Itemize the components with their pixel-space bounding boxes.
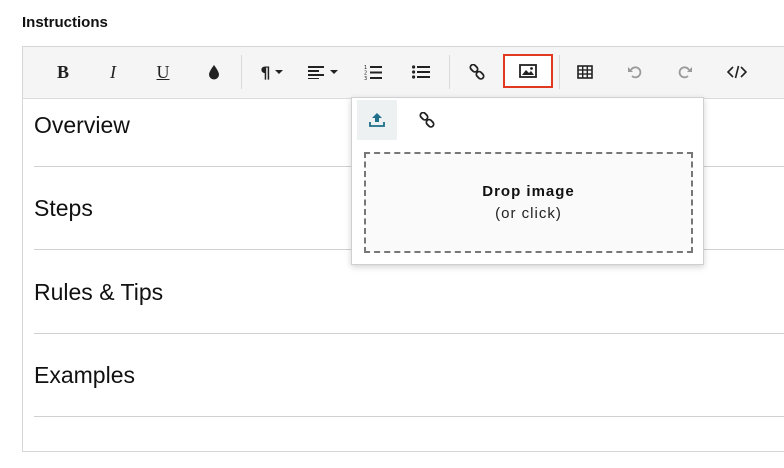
section-heading[interactable]: Examples [34,333,784,417]
editor-toolbar: B I U ¶ 1 2 3 [23,47,784,99]
code-icon [727,65,747,79]
heading-text: Examples [34,362,135,388]
drop-zone-title: Drop image [482,183,575,200]
paragraph-format-dropdown[interactable]: ¶ [255,57,289,87]
italic-button[interactable]: I [99,57,127,87]
caret-down-icon [274,70,283,74]
bullet-list-button[interactable] [407,57,435,87]
upload-tab[interactable] [357,100,397,140]
drop-zone-subtitle: (or click) [495,205,562,222]
field-label: Instructions [22,14,108,31]
bold-icon: B [56,61,69,82]
image-url-tab[interactable] [407,100,447,140]
text-color-button[interactable] [201,57,227,87]
insert-table-button[interactable] [571,57,599,87]
toolbar-separator [449,55,450,89]
italic-icon: I [110,61,116,82]
redo-icon [678,66,692,79]
underline-button[interactable]: U [149,57,177,87]
align-dropdown[interactable] [305,57,341,87]
heading-text: Steps [34,195,93,221]
insert-image-button[interactable] [503,54,553,88]
paragraph-icon: ¶ [260,62,271,82]
image-icon [519,64,537,78]
bold-button[interactable]: B [49,57,77,87]
droplet-icon [209,65,219,80]
ordered-list-icon: 1 2 3 [364,65,382,80]
undo-button[interactable] [621,57,649,87]
insert-link-button[interactable] [463,57,491,87]
ordered-list-button[interactable]: 1 2 3 [359,57,387,87]
toolbar-separator [241,55,242,89]
caret-down-icon [329,70,338,74]
align-left-icon [307,66,324,79]
table-icon [577,65,593,79]
redo-button[interactable] [671,57,699,87]
heading-text: Rules & Tips [34,279,164,305]
bullet-list-icon [412,65,430,79]
image-drop-zone[interactable]: Drop image (or click) [364,152,693,253]
heading-text: Overview [34,112,130,138]
svg-text:3: 3 [364,76,367,80]
toolbar-separator [559,55,560,89]
link-icon [419,112,435,128]
upload-icon [369,113,385,127]
code-view-button[interactable] [721,57,753,87]
link-icon [469,64,485,80]
undo-icon [628,66,642,79]
image-insert-popover: Drop image (or click) [351,97,704,265]
underline-icon: U [156,61,170,82]
